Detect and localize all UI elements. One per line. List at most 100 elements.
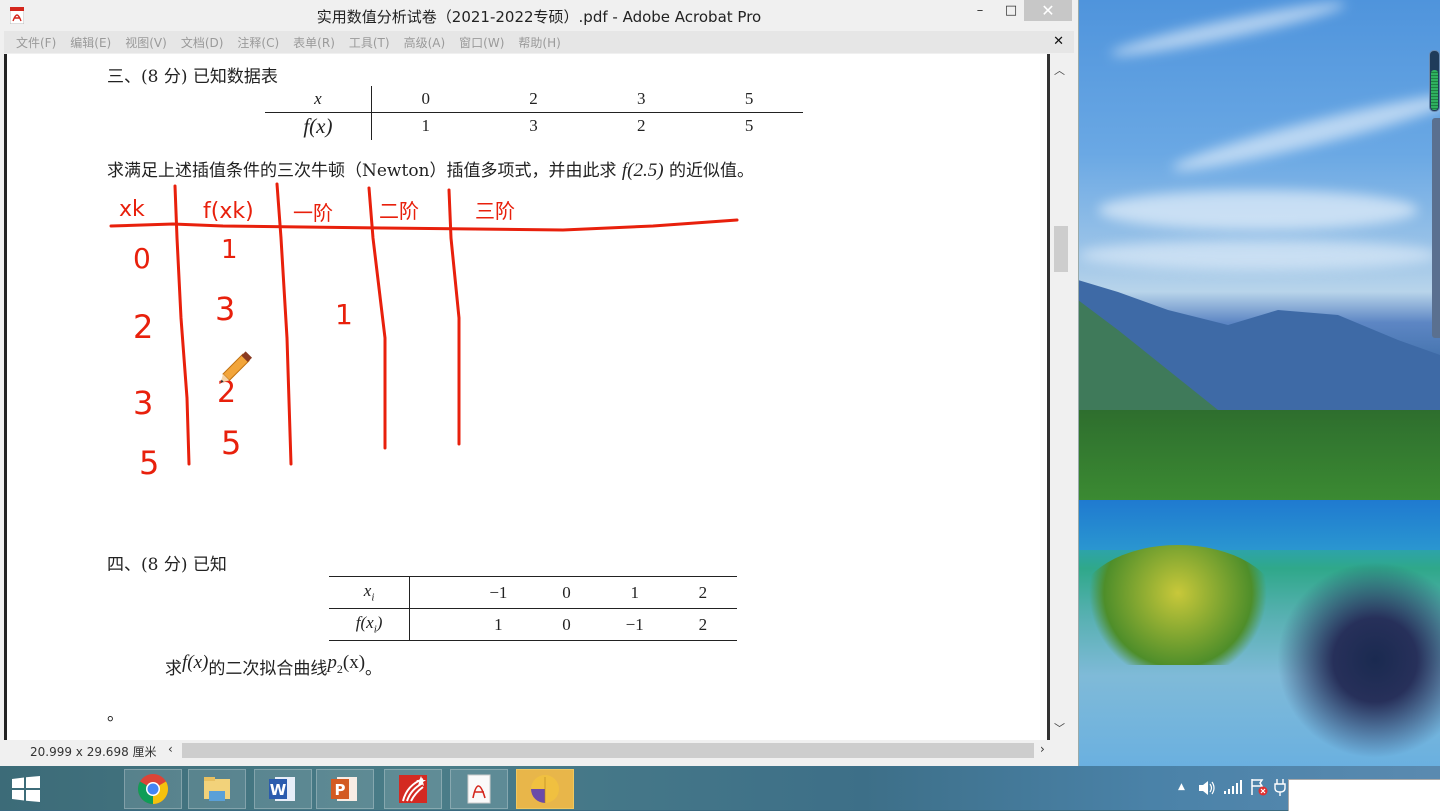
annotation-first-order-value: 1 bbox=[335, 298, 353, 331]
annotation-header: 二阶 bbox=[379, 199, 419, 223]
q4-x-cell: 0 bbox=[562, 582, 571, 602]
menu-tools[interactable]: 工具(T) bbox=[349, 34, 390, 51]
q3-x-cell: 2 bbox=[529, 88, 538, 108]
stray-mark: 。 bbox=[107, 705, 124, 725]
q3-fx-cell: 1 bbox=[421, 116, 430, 136]
page-size-readout: 20.999 x 29.698 厘米 bbox=[30, 745, 157, 759]
annotation-header: 一阶 bbox=[293, 201, 333, 225]
annotation-x-value: 0 bbox=[133, 242, 151, 275]
q3-heading: 三、(8 分) 已知数据表 bbox=[107, 67, 278, 87]
side-gadget[interactable] bbox=[1432, 118, 1440, 338]
q4-heading: 四、(8 分) 已知 bbox=[107, 555, 227, 575]
menu-document[interactable]: 文档(D) bbox=[181, 34, 224, 51]
chaoxing-icon bbox=[399, 775, 427, 803]
vertical-scrollbar[interactable]: ︿ ﹀ bbox=[1050, 54, 1072, 740]
scroll-left-icon[interactable]: ‹ bbox=[168, 742, 173, 756]
q3-x-cell: 3 bbox=[637, 88, 646, 108]
menu-bar: 文件(F) 编辑(E) 视图(V) 文档(D) 注释(C) 表单(R) 工具(T… bbox=[4, 31, 1074, 53]
q3-x-cell: 5 bbox=[744, 88, 754, 108]
document-page: 三、(8 分) 已知数据表 x 0 2 3 5 f(x) 1 3 2 5 求满足… bbox=[4, 54, 1052, 740]
q4-fx-cell: 0 bbox=[562, 614, 571, 634]
windows-start-icon[interactable] bbox=[12, 776, 40, 802]
close-icon: ✕ bbox=[1041, 1, 1055, 20]
menu-window[interactable]: 窗口(W) bbox=[459, 34, 504, 51]
q4-prompt-mid: 的二次拟合曲线 bbox=[208, 659, 328, 679]
chrome-icon bbox=[137, 774, 169, 804]
annotation-header: xk bbox=[119, 197, 145, 222]
q4-prompt-end: 。 bbox=[365, 659, 383, 679]
q4-fx-cell: 2 bbox=[698, 614, 708, 634]
q4-prompt-p: p2(x) bbox=[327, 652, 366, 676]
menu-file[interactable]: 文件(F) bbox=[16, 34, 56, 51]
q3-row1-label: x bbox=[265, 86, 372, 112]
menu-comments[interactable]: 注释(C) bbox=[237, 34, 279, 51]
q4-fx-cell: 1 bbox=[494, 614, 503, 634]
menu-forms[interactable]: 表单(R) bbox=[293, 34, 335, 51]
taskbar-file-explorer[interactable] bbox=[188, 769, 246, 809]
q4-prompt: 求f(x)的二次拟合曲线p2(x)。 bbox=[165, 652, 382, 679]
volume-icon[interactable] bbox=[1198, 780, 1216, 796]
menu-advanced[interactable]: 高级(A) bbox=[404, 34, 446, 51]
horizontal-scrollbar[interactable] bbox=[182, 743, 1034, 758]
acrobat-window: 实用数值分析试卷（2021-2022专硕）.pdf - Adobe Acroba… bbox=[0, 0, 1079, 766]
power-icon[interactable] bbox=[1274, 778, 1286, 796]
minimize-icon: – bbox=[976, 3, 984, 18]
annotation-header: f(xk) bbox=[203, 199, 254, 224]
action-center-flag-icon[interactable] bbox=[1250, 778, 1268, 796]
scroll-down-icon[interactable]: ﹀ bbox=[1054, 720, 1065, 736]
q3-x-cell: 0 bbox=[421, 88, 430, 108]
q4-prompt-text: 求 bbox=[165, 659, 182, 679]
vertical-scroll-thumb[interactable] bbox=[1054, 226, 1068, 272]
powerpoint-icon: P bbox=[331, 777, 357, 801]
folder-icon bbox=[204, 777, 230, 801]
annotation-x-value: 3 bbox=[133, 384, 153, 422]
q3-fx-cell: 3 bbox=[529, 116, 538, 136]
annotation-x-value: 5 bbox=[139, 444, 159, 478]
q3-fx-cell: 5 bbox=[744, 116, 754, 136]
q4-x-cell: −1 bbox=[489, 582, 508, 602]
close-document-icon[interactable]: ✕ bbox=[1053, 34, 1064, 49]
notification-popup[interactable] bbox=[1288, 779, 1440, 811]
svg-text:W: W bbox=[270, 781, 287, 799]
taskbar-powerpoint[interactable]: P bbox=[316, 769, 374, 809]
annotation-column-divider bbox=[173, 184, 191, 466]
q4-x-cell: 2 bbox=[698, 582, 708, 602]
maximize-icon: □ bbox=[1004, 3, 1018, 18]
q4-x-cell: 1 bbox=[630, 582, 639, 602]
taskbar-chaoxing[interactable] bbox=[384, 769, 442, 809]
q4-prompt-fx: f(x) bbox=[182, 652, 209, 673]
word-icon: W bbox=[269, 777, 295, 801]
meter-gadget[interactable] bbox=[1429, 50, 1440, 112]
close-button[interactable]: ✕ bbox=[1024, 0, 1072, 21]
annotation-f-value: 1 bbox=[221, 235, 238, 265]
q3-row2-label: f(x) bbox=[265, 112, 372, 140]
annotation-header: 三阶 bbox=[475, 199, 515, 223]
annotation-f-value: 5 bbox=[221, 424, 241, 462]
taskbar-acrobat[interactable] bbox=[450, 769, 508, 809]
svg-text:P: P bbox=[335, 781, 346, 799]
taskbar: W P ▲ bbox=[0, 766, 1440, 810]
show-hidden-icons-button[interactable]: ▲ bbox=[1178, 782, 1185, 792]
pie-tool-icon bbox=[531, 775, 559, 803]
taskbar-word[interactable]: W bbox=[254, 769, 312, 809]
title-bar[interactable]: 实用数值分析试卷（2021-2022专硕）.pdf - Adobe Acroba… bbox=[0, 0, 1078, 31]
handwritten-annotation: xk f(xk) 一阶 二阶 三阶 0 2 3 5 1 3 2 5 1 bbox=[109, 182, 739, 478]
meter-gadget-fill bbox=[1431, 70, 1438, 110]
menu-view[interactable]: 视图(V) bbox=[125, 34, 167, 51]
q4-fx-cell: −1 bbox=[625, 614, 644, 634]
q3-fx-cell: 2 bbox=[637, 116, 646, 136]
menu-help[interactable]: 帮助(H) bbox=[518, 34, 560, 51]
q3-data-table: x 0 2 3 5 f(x) 1 3 2 5 bbox=[265, 86, 803, 140]
q4-row1-label: xi bbox=[329, 576, 411, 609]
scroll-right-icon[interactable]: › bbox=[1040, 742, 1045, 756]
taskbar-chrome[interactable] bbox=[124, 769, 182, 809]
window-title: 实用数值分析试卷（2021-2022专硕）.pdf - Adobe Acroba… bbox=[316, 8, 762, 26]
network-signal-icon[interactable] bbox=[1224, 780, 1242, 794]
menu-edit[interactable]: 编辑(E) bbox=[70, 34, 111, 51]
annotation-f-value: 3 bbox=[215, 290, 235, 328]
q4-data-table: xi −1 0 1 2 f(xi) 1 0 −1 2 bbox=[329, 576, 737, 641]
annotation-x-value: 2 bbox=[133, 308, 153, 346]
taskbar-presentation-tool[interactable] bbox=[516, 769, 574, 809]
scroll-up-icon[interactable]: ︿ bbox=[1054, 62, 1065, 78]
status-bar: 20.999 x 29.698 厘米 ‹ › bbox=[4, 740, 1074, 762]
